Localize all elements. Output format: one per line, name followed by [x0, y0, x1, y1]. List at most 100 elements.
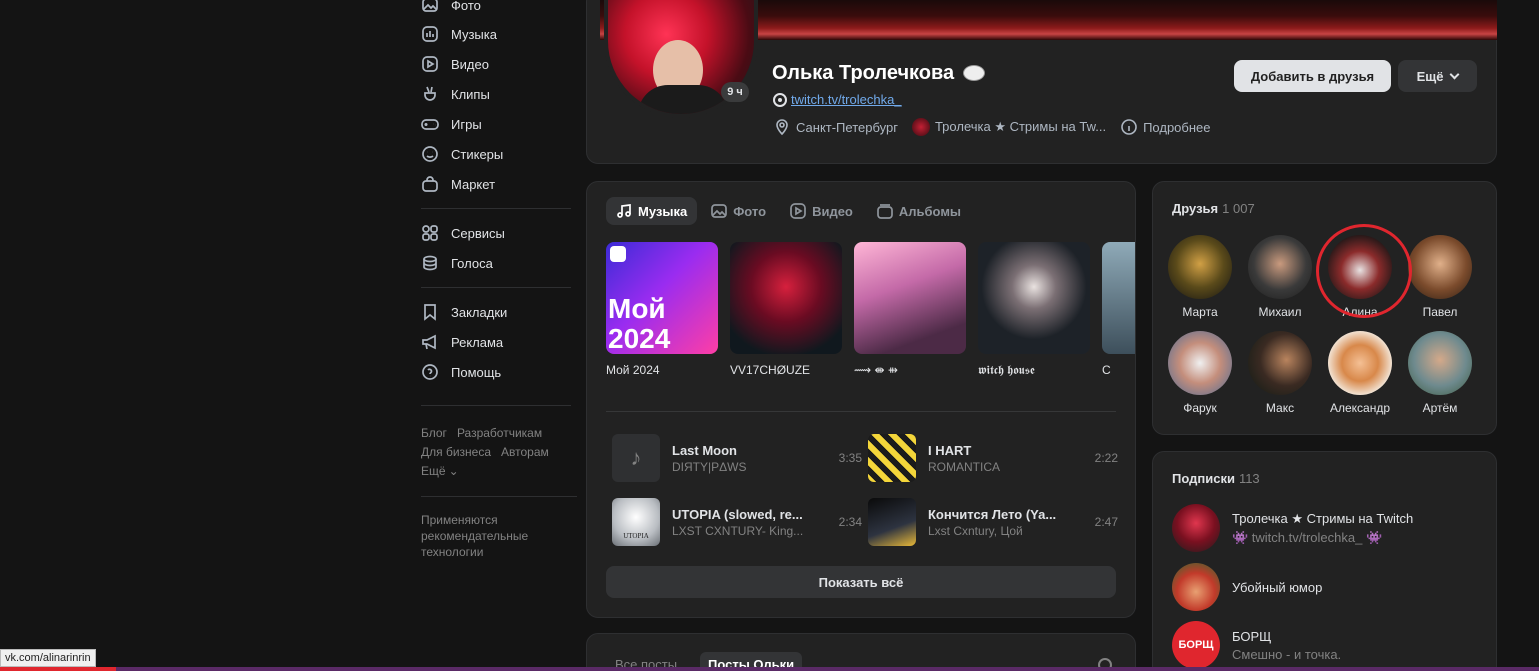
footer-link-authors[interactable]: Авторам [501, 445, 549, 459]
profile-status: twitch.tv/trolechka_ [773, 92, 902, 107]
more-button[interactable]: Ещё [1398, 60, 1477, 92]
nav-divider [421, 287, 571, 288]
nav-item-votes[interactable]: Голоса [421, 251, 493, 275]
bookmark-icon [424, 304, 436, 321]
friend-item[interactable]: Михаил [1242, 235, 1318, 319]
nav-item-market[interactable]: Маркет [421, 172, 495, 196]
nav-label: Сервисы [451, 225, 505, 241]
album-caption: C [1102, 363, 1111, 377]
online-badge: 9 ч [721, 82, 749, 102]
friend-name: Артём [1422, 401, 1458, 415]
avatar [1248, 331, 1312, 395]
friend-item[interactable]: Макс [1242, 331, 1318, 415]
album-cover [1102, 242, 1135, 354]
track-title: Кончится Лето (Ya... [928, 506, 1057, 522]
subscription-name: Убойный юмор [1232, 579, 1323, 595]
friend-item[interactable]: Артём [1402, 331, 1478, 415]
subscription-item[interactable]: Убойный юмор [1172, 563, 1322, 611]
friend-name: Макс [1265, 401, 1295, 415]
profile-name: Олька Тролечкова [772, 62, 955, 84]
track-title: I HART [928, 442, 972, 458]
friends-title[interactable]: Друзья 1 007 [1172, 201, 1255, 216]
subscription-item[interactable]: Тролечка ★ Стримы на Twitch 👾 twitch.tv/t… [1172, 504, 1413, 552]
track-row[interactable]: I HART ROMANTICA 2:22 [868, 434, 1118, 482]
tab-photo[interactable]: Фото [701, 197, 776, 225]
album-card[interactable]: VV17CHØUZE [730, 242, 842, 377]
nav-item-services[interactable]: Сервисы [421, 221, 505, 245]
album-card[interactable]: ⟿ ⇼ ⇻ [854, 242, 966, 377]
troll-face-icon [963, 65, 985, 81]
coins-icon [423, 255, 437, 271]
album-card[interactable]: C [1102, 242, 1135, 377]
track-row[interactable]: Кончится Лето (Ya... Lxst Cxntury, Цой 2:… [868, 498, 1118, 546]
album-card[interactable]: Мой 2024 Мой 2024 [606, 242, 718, 377]
avatar [1408, 331, 1472, 395]
community-avatar [911, 118, 930, 136]
subscriptions-title[interactable]: Подписки 113 [1172, 471, 1260, 486]
nav-label: Голоса [451, 255, 493, 271]
more-label: Ещё [1416, 68, 1444, 84]
friend-item[interactable]: Марта [1162, 235, 1238, 319]
recommendation-note: Применяются рекомендательные технологии [421, 513, 529, 559]
nav-item-help[interactable]: Помощь [421, 360, 501, 384]
subscription-item[interactable]: БОРЩ БОРЩ Смешно - и точка. [1172, 621, 1341, 669]
album-cover [978, 242, 1090, 354]
show-all-button[interactable]: Показать всё [606, 566, 1116, 598]
subscription-name: Тролечка ★ Стримы на Twitch [1232, 510, 1414, 526]
music-note-icon [617, 204, 631, 218]
footer-link-developers[interactable]: Разработчикам [457, 426, 542, 440]
chevron-down-icon [1449, 69, 1460, 79]
album-card[interactable]: 𝖜𝖎𝖙𝖈𝖍 𝖍𝖔𝖚𝖘𝖊 [978, 242, 1090, 378]
nav-item-games[interactable]: Игры [421, 112, 482, 136]
nav-label: Реклама [451, 334, 504, 350]
tab-video[interactable]: Видео [780, 197, 863, 225]
tab-albums[interactable]: Альбомы [867, 197, 971, 225]
friend-item[interactable]: Павел [1402, 235, 1478, 319]
album-cover: Мой 2024 [606, 242, 718, 354]
nav-item-clips[interactable]: Клипы [421, 82, 490, 106]
footer-more-label: Ещё [421, 464, 446, 478]
friend-name: Фарук [1183, 401, 1217, 415]
footer-link-business[interactable]: Для бизнеса [421, 445, 491, 459]
avatar [1172, 504, 1220, 552]
album-caption: VV17CHØUZE [730, 363, 811, 377]
friend-item[interactable]: Фарук [1162, 331, 1238, 415]
subscriptions-count: 113 [1238, 471, 1260, 486]
subscription-name: БОРЩ [1232, 628, 1272, 644]
nav-item-bookmarks[interactable]: Закладки [421, 300, 507, 324]
footer-link-blog[interactable]: Блог [421, 426, 447, 440]
nav-label: Музыка [451, 26, 497, 42]
friend-item[interactable]: Алина [1322, 235, 1398, 319]
tab-music[interactable]: Музыка [606, 197, 698, 225]
nav-divider [421, 405, 571, 406]
nav-item-photo[interactable]: Фото [421, 0, 481, 17]
track-cover [868, 434, 916, 482]
nav-label: Игры [451, 116, 482, 132]
nav-item-ads[interactable]: Реклама [421, 330, 503, 354]
track-cover-text: UTOPIA [623, 532, 649, 540]
footer-link-more[interactable]: Ещё ⌄ [421, 464, 459, 478]
nav-item-video[interactable]: Видео [421, 52, 489, 76]
nav-item-stickers[interactable]: Стикеры [421, 142, 503, 166]
track-row[interactable]: ♪ Last Moon DIЯTY|PΔWS 3:35 [612, 434, 862, 482]
nav-label: Видео [451, 56, 489, 72]
status-link[interactable]: twitch.tv/trolechka_ [791, 92, 902, 107]
friend-name: Михаил [1258, 305, 1302, 319]
profile-community[interactable]: Тролечка ★ Стримы на Tw... [911, 118, 1106, 136]
avatar [1168, 331, 1232, 395]
grid-icon [422, 225, 438, 241]
smile-icon [422, 146, 438, 162]
gamepad-icon [421, 119, 439, 130]
nav-divider [421, 496, 577, 497]
friend-item[interactable]: Александр [1322, 331, 1398, 415]
avatar [1168, 235, 1232, 299]
album-caption: ⟿ ⇼ ⇻ [854, 363, 898, 377]
nav-label: Клипы [451, 86, 490, 102]
track-row[interactable]: UTOPIA UTOPIA (slowed, re... LXST CXNTURY… [612, 498, 862, 546]
nav-item-music[interactable]: Музыка [421, 22, 497, 46]
add-friend-button[interactable]: Добавить в друзья [1234, 60, 1391, 92]
friend-name: Марта [1182, 305, 1218, 319]
profile-details-link[interactable]: Подробнее [1120, 118, 1211, 136]
progress-bar [0, 667, 116, 671]
music-badge-icon [610, 246, 626, 262]
